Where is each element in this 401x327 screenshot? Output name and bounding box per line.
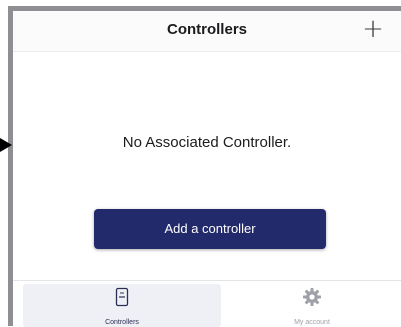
nav-bar: Controllers + [13, 11, 401, 52]
empty-state-message: No Associated Controller. [122, 134, 292, 151]
pointer-arrow-icon [0, 138, 12, 152]
add-controller-plus-button[interactable]: + [359, 15, 387, 43]
add-controller-button[interactable]: Add a controller [94, 209, 326, 249]
page-title: Controllers [166, 21, 247, 38]
tab-bar: Controllers My account [13, 280, 401, 327]
gear-icon [302, 287, 322, 312]
device-frame [8, 6, 401, 326]
controller-icon [115, 287, 129, 312]
tab-controllers[interactable]: Controllers [23, 284, 221, 327]
tab-controllers-label: Controllers [105, 319, 139, 326]
tab-my-account[interactable]: My account [223, 284, 401, 327]
tab-my-account-label: My account [294, 319, 330, 326]
